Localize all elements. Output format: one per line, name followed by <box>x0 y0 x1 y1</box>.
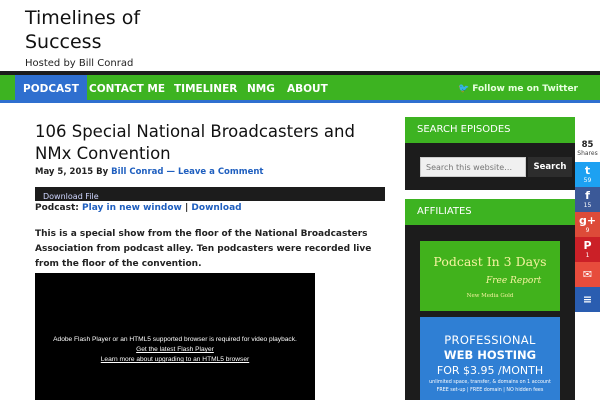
nav-item-podcast[interactable]: PODCAST <box>15 75 87 103</box>
post-date: May 5, 2015 <box>35 167 94 177</box>
search-button[interactable]: Search <box>528 157 572 177</box>
video-player[interactable]: Adobe Flash Player or an HTML5 supported… <box>35 273 315 400</box>
podcast-label: Podcast: <box>35 203 79 213</box>
twitter-follow-link[interactable]: 🐦 Follow me on Twitter <box>458 75 578 103</box>
podcast-in-3-days-banner[interactable]: Podcast In 3 Days Free Report New Media … <box>420 241 560 311</box>
get-flash-link[interactable]: Get the latest Flash Player <box>35 345 315 355</box>
post-title[interactable]: 106 Special National Broadcasters and NM… <box>35 121 380 165</box>
podcast-links: Podcast: Play in new window | Download <box>35 203 242 213</box>
search-input[interactable] <box>420 157 526 177</box>
post-by: By <box>96 167 109 177</box>
share-total-label: Shares <box>577 150 598 157</box>
banner2-line5: FREE set-up | FREE domain | NO hidden fe… <box>436 388 544 393</box>
pinterest-icon: P <box>583 239 592 252</box>
banner2-line4: unlimited space, transfer, & domains on … <box>429 380 551 385</box>
banner2-line2: WEB HOSTING <box>443 348 537 362</box>
share-buffer-button[interactable]: ≡ <box>575 287 600 312</box>
html5-upgrade-link[interactable]: Learn more about upgrading to an HTML5 b… <box>35 355 315 365</box>
site-description: Hosted by Bill Conrad <box>25 58 134 69</box>
play-new-window-link[interactable]: Play in new window <box>82 203 182 213</box>
share-facebook-button[interactable]: f 15 <box>575 187 600 212</box>
share-total-count: 85 <box>581 140 594 150</box>
twitter-share-count: 59 <box>583 177 592 184</box>
google-plus-share-count: 9 <box>585 227 590 234</box>
email-icon: ✉ <box>582 268 593 281</box>
nav-item-nmg[interactable]: NMG <box>239 75 283 103</box>
post-meta: May 5, 2015 By Bill Conrad — Leave a Com… <box>35 167 264 177</box>
twitter-follow-label: Follow me on Twitter <box>472 84 578 94</box>
main-nav: PODCAST CONTACT ME TIMELINER NMG ABOUT 🐦… <box>0 75 600 103</box>
banner2-line3: FOR $3.95 /MONTH <box>436 364 544 377</box>
banner1-title: Podcast In 3 Days <box>433 254 547 269</box>
affiliates-heading: AFFILIATES <box>405 199 575 225</box>
buffer-icon: ≡ <box>582 293 593 306</box>
leave-comment-link[interactable]: Leave a Comment <box>178 167 264 177</box>
banner1-brand: New Media Gold <box>466 293 514 299</box>
post-author-link[interactable]: Bill Conrad <box>111 167 163 177</box>
link-separator: | <box>184 203 189 213</box>
search-episodes-heading: SEARCH EPISODES <box>405 117 575 143</box>
audio-player[interactable]: Download File <box>35 187 385 201</box>
search-widget: Search <box>405 143 575 190</box>
web-hosting-banner[interactable]: PROFESSIONAL WEB HOSTING FOR $3.95 /MONT… <box>420 317 560 400</box>
share-google-plus-button[interactable]: g+ 9 <box>575 212 600 237</box>
share-twitter-button[interactable]: t 59 <box>575 162 600 187</box>
facebook-share-count: 15 <box>583 202 592 209</box>
site-title[interactable]: Timelines of Success <box>25 6 195 54</box>
nav-item-about[interactable]: ABOUT <box>279 75 336 103</box>
banner2-line1: PROFESSIONAL <box>444 333 536 347</box>
post-body-text: This is a special show from the floor of… <box>35 229 372 269</box>
video-fallback-message: Adobe Flash Player or an HTML5 supported… <box>35 335 315 365</box>
banner1-tagline: Free Report <box>486 276 542 286</box>
facebook-icon: f <box>585 189 590 202</box>
share-total: 85 Shares <box>575 140 600 158</box>
audio-download-file-label: Download File <box>43 192 99 201</box>
share-pinterest-button[interactable]: P 1 <box>575 237 600 262</box>
meta-separator: — <box>166 167 175 177</box>
nav-item-timeliner[interactable]: TIMELINER <box>166 75 245 103</box>
google-plus-icon: g+ <box>578 214 597 227</box>
download-link[interactable]: Download <box>191 203 241 213</box>
pinterest-share-count: 1 <box>585 252 590 259</box>
twitter-icon: t <box>584 164 591 177</box>
share-email-button[interactable]: ✉ <box>575 262 600 287</box>
video-requirement-text: Adobe Flash Player or an HTML5 supported… <box>53 336 297 343</box>
nav-item-contact-me[interactable]: CONTACT ME <box>81 75 173 103</box>
twitter-bird-icon: 🐦 <box>457 84 470 94</box>
